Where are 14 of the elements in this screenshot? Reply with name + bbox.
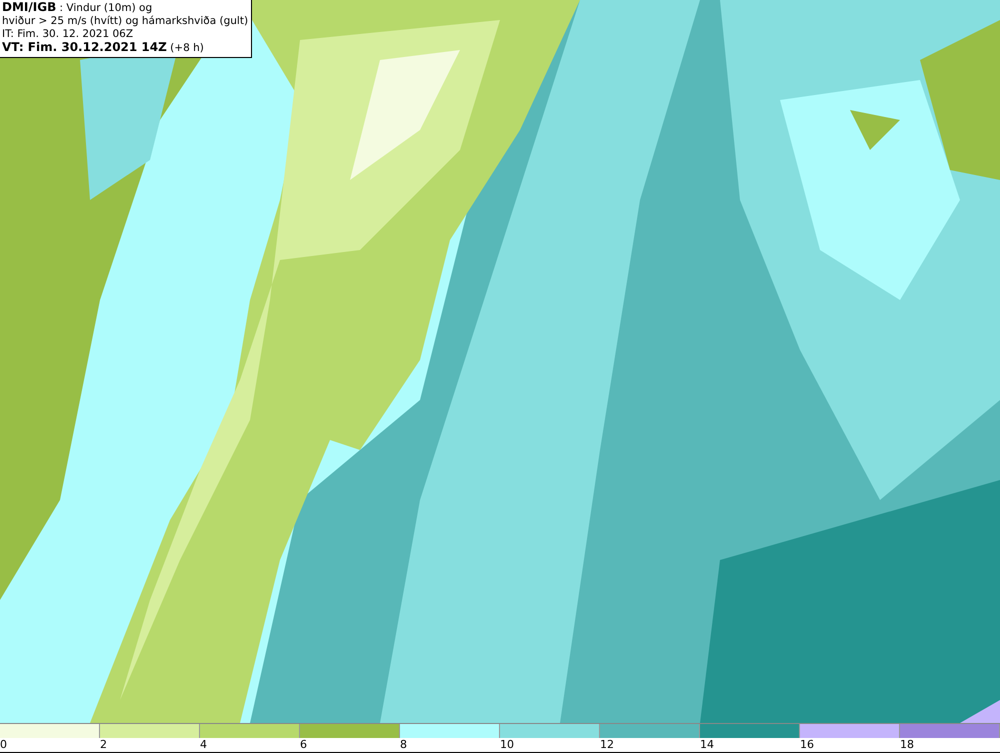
- header-line: VT: Fim. 30.12.2021 14Z (+8 h): [2, 41, 205, 55]
- legend-label: 18: [900, 738, 914, 752]
- legend-label: 14: [700, 738, 714, 752]
- legend-label: 4: [200, 738, 207, 752]
- header-line: DMI/IGB : Vindur (10m) og: [2, 1, 154, 15]
- legend-label: 12: [600, 738, 614, 752]
- legend-label: 6: [300, 738, 307, 752]
- legend-label: 8: [400, 738, 407, 752]
- legend-label: 16: [800, 738, 814, 752]
- legend-label: 10: [500, 738, 514, 752]
- legend-label: 2: [100, 738, 107, 752]
- header-line: IT: Fim. 30. 12. 2021 06Z: [2, 28, 134, 41]
- header-line: hviður > 25 m/s (hvítt) og hámarkshviða (gult): [2, 15, 248, 28]
- legend-label: 0: [0, 738, 7, 752]
